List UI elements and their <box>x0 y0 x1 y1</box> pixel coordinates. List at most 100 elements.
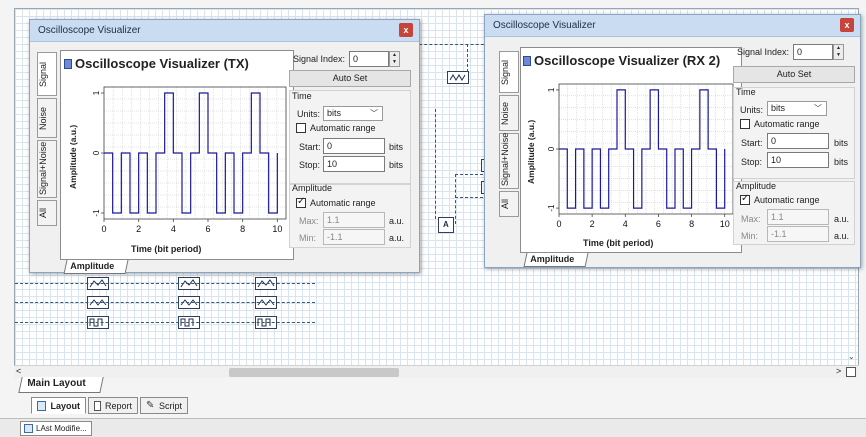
taskbar: LAst Modifie... <box>0 418 866 437</box>
signal-index-input[interactable]: 0 <box>349 51 389 67</box>
window-title: Oscilloscope Visualizer <box>38 25 141 36</box>
x-tick-label: 10 <box>720 219 730 229</box>
signal-index-stepper[interactable]: ▲ ▼ <box>833 44 844 60</box>
units-select[interactable]: bits ﹀ <box>323 106 383 121</box>
tab-report[interactable]: Report <box>88 397 138 414</box>
close-icon[interactable]: x <box>399 23 413 37</box>
connection-wire <box>419 44 489 45</box>
time-group-label: Time <box>736 87 756 97</box>
component-block[interactable] <box>447 71 469 84</box>
x-tick-label: 8 <box>689 219 694 229</box>
oscilloscope-window-rx2[interactable]: Oscilloscope Visualizer x Signal Noise S… <box>484 14 861 268</box>
start-unit: bits <box>834 138 849 148</box>
close-icon[interactable]: x <box>840 18 854 32</box>
y-tick-label: -1 <box>547 204 556 212</box>
tab-all[interactable]: All <box>499 191 519 217</box>
stop-label: Stop: <box>299 160 321 170</box>
min-label: Min: <box>299 233 317 243</box>
tab-amplitude[interactable]: Amplitude <box>63 260 129 274</box>
max-input[interactable]: 1.1 <box>323 212 385 228</box>
automatic-range-time-checkbox[interactable]: Automatic range <box>296 123 376 133</box>
tab-noise[interactable]: Noise <box>499 95 519 131</box>
x-tick-label: 8 <box>240 224 245 234</box>
x-tick-label: 0 <box>556 219 561 229</box>
plot-icon <box>64 58 72 69</box>
x-tick-label: 0 <box>101 224 106 234</box>
signal-index-label: Signal Index: <box>293 54 346 64</box>
tab-signal-noise[interactable]: Signal+Noise <box>499 133 519 189</box>
oscilloscope-window-tx[interactable]: Oscilloscope Visualizer x Signal Noise S… <box>29 19 420 274</box>
scroll-right-icon[interactable]: > <box>836 366 841 376</box>
min-input[interactable]: -1.1 <box>767 226 829 242</box>
zoom-icon[interactable] <box>846 367 856 377</box>
units-label: Units: <box>297 109 321 119</box>
tab-amplitude[interactable]: Amplitude <box>523 253 589 267</box>
report-icon <box>94 400 101 411</box>
script-icon: ✎ <box>146 399 155 411</box>
checkbox-checked-icon <box>296 196 306 208</box>
tab-main-layout[interactable]: Main Layout <box>18 377 104 393</box>
amplitude-group-label: Amplitude <box>736 181 777 191</box>
x-axis-label: Time (bit period) <box>583 238 654 248</box>
automatic-range-time-checkbox[interactable]: Automatic range <box>740 119 820 129</box>
scroll-left-icon[interactable]: < <box>16 366 21 376</box>
checkbox-icon <box>740 119 750 129</box>
min-input[interactable]: -1.1 <box>323 229 385 245</box>
chevron-down-icon: ﹀ <box>370 109 378 118</box>
tab-script[interactable]: ✎ Script <box>140 397 188 414</box>
signal-index-label: Signal Index: <box>737 47 790 57</box>
signal-index-input[interactable]: 0 <box>793 44 833 60</box>
display-mode-tabs: Signal Noise Signal+Noise All <box>37 52 57 226</box>
stop-unit: bits <box>389 160 404 170</box>
tab-signal[interactable]: Signal <box>499 51 519 93</box>
y-tick-label: -1 <box>92 209 101 217</box>
tab-signal-noise[interactable]: Signal+Noise <box>37 140 57 198</box>
oscilloscope-chart: 0 2 4 6 8 1010-1 <box>92 86 287 234</box>
start-input[interactable]: 0 <box>767 133 829 149</box>
plot-title: Oscilloscope Visualizer (TX) <box>64 56 249 71</box>
component-block[interactable]: A <box>438 217 454 233</box>
x-tick-label: 10 <box>272 224 282 234</box>
y-axis-label: Amplitude (a.u.) <box>526 119 536 184</box>
max-input[interactable]: 1.1 <box>767 209 829 225</box>
tab-layout[interactable]: Layout <box>31 397 86 414</box>
taskbar-item[interactable]: LAst Modifie... <box>20 421 92 436</box>
units-select[interactable]: bits ﹀ <box>767 101 827 116</box>
connection-wire <box>455 197 483 198</box>
tab-noise[interactable]: Noise <box>37 98 57 138</box>
time-group-label: Time <box>292 91 312 101</box>
y-tick-label: 1 <box>92 90 101 95</box>
stop-input[interactable]: 10 <box>323 156 385 172</box>
stop-unit: bits <box>834 157 849 167</box>
auto-set-button[interactable]: Auto Set <box>289 70 411 87</box>
connection-wire <box>435 109 436 219</box>
signal-index-stepper[interactable]: ▲ ▼ <box>389 51 400 67</box>
checkbox-checked-icon <box>740 193 750 205</box>
stop-input[interactable]: 10 <box>767 152 829 168</box>
tab-signal[interactable]: Signal <box>37 52 57 96</box>
tab-all[interactable]: All <box>37 200 57 226</box>
file-icon <box>24 424 33 433</box>
scrollbar-thumb[interactable] <box>229 368 399 377</box>
connection-wire <box>15 302 315 303</box>
scroll-down-icon[interactable]: ⌄ <box>848 352 855 361</box>
window-titlebar[interactable]: Oscilloscope Visualizer x <box>485 15 860 37</box>
automatic-range-amplitude-checkbox[interactable]: Automatic range <box>296 196 376 208</box>
plot-title: Oscilloscope Visualizer (RX 2) <box>523 53 720 68</box>
min-label: Min: <box>741 231 759 241</box>
max-label: Max: <box>299 216 319 226</box>
automatic-range-amplitude-checkbox[interactable]: Automatic range <box>740 193 820 205</box>
y-tick-label: 0 <box>547 146 556 151</box>
layout-icon <box>37 400 47 411</box>
start-input[interactable]: 0 <box>323 138 385 154</box>
auto-set-button[interactable]: Auto Set <box>733 66 855 83</box>
start-label: Start: <box>741 138 763 148</box>
connection-wire <box>15 322 315 323</box>
max-label: Max: <box>741 214 761 224</box>
x-tick-label: 6 <box>656 219 661 229</box>
svg-text:A: A <box>443 220 449 229</box>
window-titlebar[interactable]: Oscilloscope Visualizer x <box>30 20 419 42</box>
plot-panel: Oscilloscope Visualizer (RX 2) Amplitude… <box>520 47 742 253</box>
x-axis-label: Time (bit period) <box>131 244 202 254</box>
horizontal-scrollbar[interactable]: < > <box>14 365 859 378</box>
